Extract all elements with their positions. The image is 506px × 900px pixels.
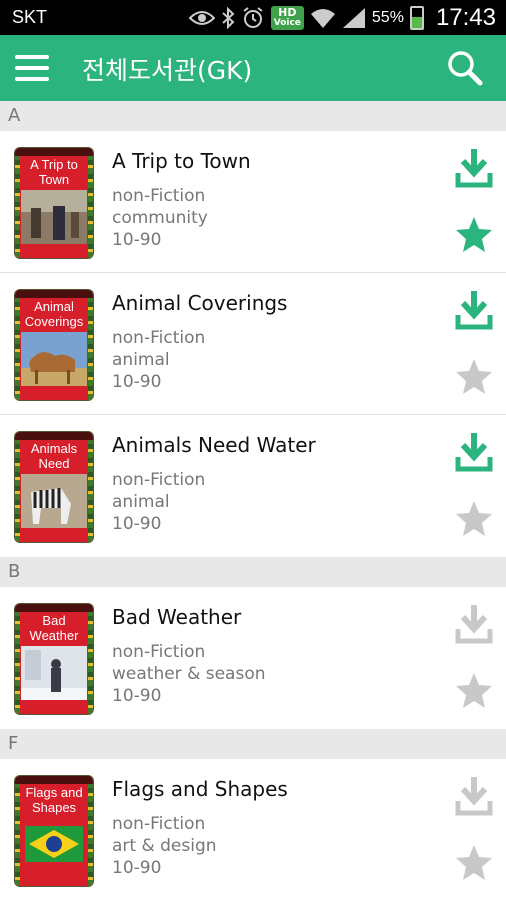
cover-title: A Trip to Town <box>30 157 78 187</box>
favorite-button[interactable] <box>454 215 494 255</box>
book-genre: non-Fiction <box>112 328 206 348</box>
book-title: Animals Need Water <box>112 433 316 457</box>
book-cover[interactable]: Animal Coverings <box>14 289 94 401</box>
alarm-icon <box>241 6 265 30</box>
cover-photo <box>21 818 87 872</box>
download-button[interactable] <box>454 147 494 189</box>
book-level: 10-90 <box>112 230 162 250</box>
book-list[interactable]: A A Trip to Town A Trip to Town non-Fiction… <box>0 101 506 900</box>
search-icon <box>448 51 483 86</box>
status-bar: SKT HD Voice 55% 17:43 <box>0 0 506 35</box>
book-genre: non-Fiction <box>112 186 206 206</box>
clock: 17:43 <box>435 3 496 31</box>
book-topic: weather & season <box>112 664 266 684</box>
book-topic: animal <box>112 492 170 512</box>
cover-title: Bad Weather <box>29 613 79 643</box>
download-button[interactable] <box>454 289 494 331</box>
battery-percent: 55% <box>371 8 404 26</box>
book-title: Animal Coverings <box>112 291 288 315</box>
star-icon <box>454 501 494 543</box>
hd-voice-icon: HD Voice <box>270 5 304 30</box>
book-level: 10-90 <box>112 858 162 878</box>
menu-line <box>15 77 49 81</box>
book-genre: non-Fiction <box>112 642 206 662</box>
download-icon <box>454 777 494 821</box>
star-icon <box>454 845 494 887</box>
download-icon <box>454 605 494 649</box>
hd-voice-bottom: Voice <box>273 17 301 28</box>
menu-line <box>15 55 49 59</box>
cover-title: Flags and Shapes <box>25 785 83 815</box>
list-item[interactable]: Flags and Shapes Flags and Shapes non-Fict… <box>0 759 506 900</box>
signal-icon <box>342 7 366 29</box>
cover-photo <box>21 646 87 700</box>
favorite-button[interactable] <box>454 671 494 711</box>
book-genre: non-Fiction <box>112 814 206 834</box>
cover-photo <box>21 190 87 244</box>
download-button[interactable] <box>454 603 494 645</box>
star-icon <box>454 359 494 401</box>
section-header: A <box>0 101 506 131</box>
page-title: 전체도서관(GK) <box>82 56 253 85</box>
favorite-button[interactable] <box>454 499 494 539</box>
bluetooth-icon <box>221 6 235 29</box>
eye-icon <box>188 10 215 26</box>
wifi-icon <box>310 7 336 29</box>
cover-photo <box>21 332 87 386</box>
download-icon <box>454 291 494 335</box>
list-item[interactable]: A Trip to Town A Trip to Town non-Fiction c… <box>0 131 506 273</box>
section-header: F <box>0 729 506 759</box>
menu-line <box>15 66 49 70</box>
download-button[interactable] <box>454 775 494 817</box>
book-cover[interactable]: Bad Weather <box>14 603 94 715</box>
download-icon <box>454 149 494 193</box>
book-genre: non-Fiction <box>112 470 206 490</box>
cover-title: Animal Coverings <box>24 299 84 329</box>
book-cover[interactable]: A Trip to Town <box>14 147 94 259</box>
star-icon <box>454 673 494 715</box>
book-cover[interactable]: Animals Need Water <box>14 431 94 543</box>
cover-photo <box>21 474 87 528</box>
book-level: 10-90 <box>112 686 162 706</box>
hd-voice-top: HD <box>278 5 297 19</box>
download-button[interactable] <box>454 431 494 473</box>
menu-button[interactable] <box>14 51 50 85</box>
search-button[interactable] <box>446 49 484 87</box>
status-icons: HD Voice 55% 17:43 <box>188 0 496 35</box>
book-level: 10-90 <box>112 514 162 534</box>
favorite-button[interactable] <box>454 357 494 397</box>
favorite-button[interactable] <box>454 843 494 883</box>
book-title: Flags and Shapes <box>112 777 288 801</box>
list-item[interactable]: Animals Need Water Animals Need Water non-… <box>0 415 506 557</box>
book-title: A Trip to Town <box>112 149 251 173</box>
app-bar: 전체도서관(GK) <box>0 35 506 101</box>
carrier-name: SKT <box>12 7 48 27</box>
section-header: B <box>0 557 506 587</box>
book-level: 10-90 <box>112 372 162 392</box>
battery-icon <box>409 5 424 30</box>
book-title: Bad Weather <box>112 605 242 629</box>
list-item[interactable]: Bad Weather Bad Weather non-Fiction weather… <box>0 587 506 729</box>
book-topic: community <box>112 208 208 228</box>
book-topic: animal <box>112 350 170 370</box>
book-cover[interactable]: Flags and Shapes <box>14 775 94 887</box>
book-topic: art & design <box>112 836 217 856</box>
list-item[interactable]: Animal Coverings Animal Coverings non-Fict… <box>0 273 506 415</box>
download-icon <box>454 433 494 477</box>
star-icon <box>454 217 494 259</box>
